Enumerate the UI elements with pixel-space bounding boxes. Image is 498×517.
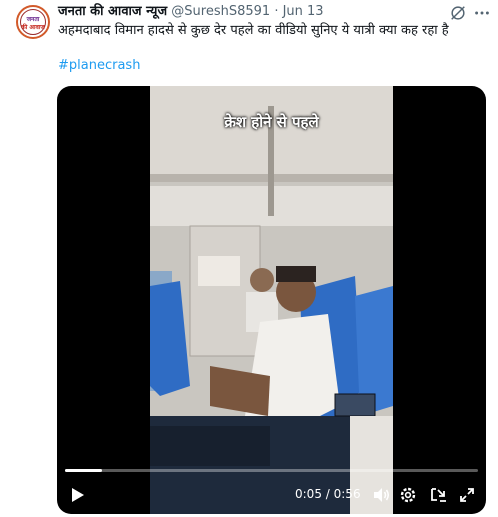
current-time: 0:05: [295, 487, 322, 501]
avatar[interactable]: जनता की आवाज: [16, 5, 50, 39]
video-overlay: क्रेश होने से पहले: [150, 86, 393, 514]
time-separator: /: [321, 487, 334, 501]
video-time: 0:05 / 0:56: [295, 486, 361, 502]
gear-icon[interactable]: [398, 485, 418, 505]
author-name[interactable]: जनता की आवाज न्यूज: [58, 4, 167, 19]
volume-icon[interactable]: [371, 485, 391, 505]
tweet-date[interactable]: Jun 13: [283, 4, 324, 19]
more-icon[interactable]: [473, 4, 491, 22]
progress-bar[interactable]: [65, 469, 478, 472]
grok-icon[interactable]: [449, 4, 467, 22]
video-player[interactable]: क्रेश होने से पहले 0:05 / 0:56: [57, 86, 486, 514]
avatar-line2: की आवाज: [21, 24, 45, 31]
header-separator: ·: [274, 4, 279, 19]
author-handle[interactable]: @SureshS8591: [171, 4, 270, 19]
tweet-header: जनता की आवाज न्यूज @SureshS8591 · Jun 13: [58, 3, 438, 21]
tweet-text: अहमदाबाद विमान हादसे से कुछ देर पहले का …: [58, 23, 449, 38]
duration: 0:56: [333, 487, 361, 501]
picture-in-picture-icon[interactable]: [429, 485, 449, 505]
fullscreen-icon[interactable]: [457, 485, 477, 505]
hashtag-link[interactable]: #planecrash: [58, 57, 140, 74]
video-overlay-title: क्रेश होने से पहले: [224, 113, 319, 131]
tweet-card[interactable]: जनता की आवाज जनता की आवाज न्यूज @SureshS…: [0, 0, 498, 517]
play-icon[interactable]: [67, 485, 87, 505]
progress-fill: [65, 469, 102, 472]
avatar-line1: जनता: [26, 16, 40, 23]
